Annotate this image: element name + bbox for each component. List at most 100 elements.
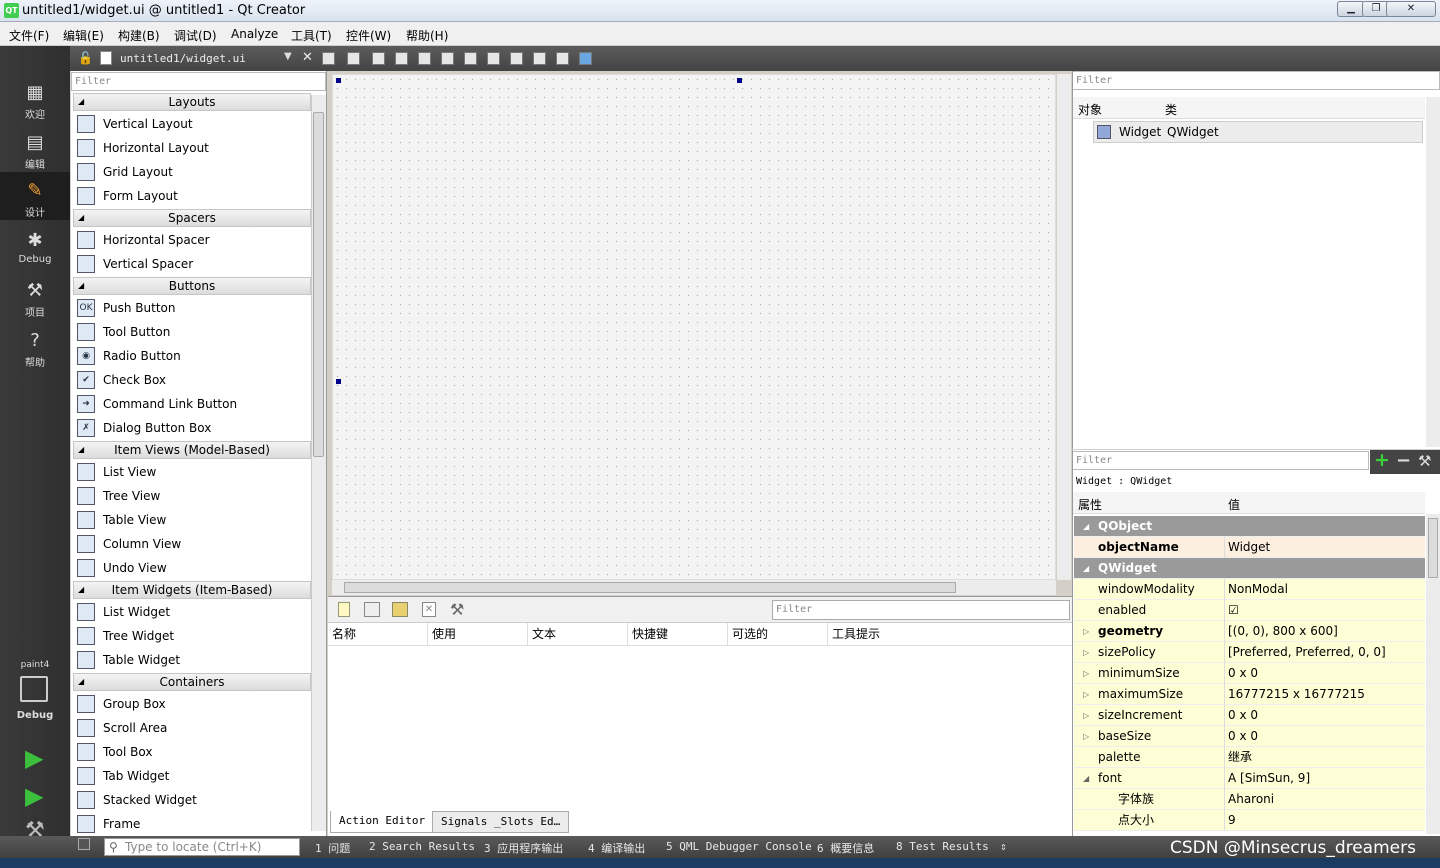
property-row-sizepolicy[interactable]: ▷ sizePolicy [Preferred, Preferred, 0, 0] bbox=[1074, 642, 1425, 663]
property-row-enabled[interactable]: enabled ☑ bbox=[1074, 600, 1425, 621]
column-header-value[interactable]: 值 bbox=[1228, 496, 1240, 513]
property-filter-input[interactable]: Filter bbox=[1073, 451, 1369, 470]
widget-item-form-layout[interactable]: Form Layout bbox=[73, 184, 311, 208]
pane-qml-console[interactable]: 5 QML Debugger Console bbox=[666, 840, 812, 853]
property-row-sub-14[interactable]: 点大小 9 bbox=[1074, 810, 1425, 831]
property-row-basesize[interactable]: ▷ baseSize 0 x 0 bbox=[1074, 726, 1425, 747]
widget-item-vertical-spacer[interactable]: Vertical Spacer bbox=[73, 252, 311, 276]
layout-grid-icon[interactable] bbox=[533, 52, 546, 65]
mode-help[interactable]: ? 帮助 bbox=[0, 322, 70, 370]
widget-item-undo-view[interactable]: Undo View bbox=[73, 556, 311, 580]
widget-item-group-box[interactable]: Group Box bbox=[73, 692, 311, 716]
configure-wrench-icon[interactable]: ⚒ bbox=[1418, 452, 1431, 470]
add-property-icon[interactable]: + bbox=[1374, 449, 1390, 471]
pane-arrows-icon[interactable]: ⇕ bbox=[1000, 840, 1007, 853]
mode-welcome[interactable]: ▦ 欢迎 bbox=[0, 74, 70, 122]
property-row-sizeincrement[interactable]: ▷ sizeIncrement 0 x 0 bbox=[1074, 705, 1425, 726]
property-scroll-thumb[interactable] bbox=[1428, 518, 1438, 578]
menu-file[interactable]: 文件(F) bbox=[9, 27, 49, 44]
expand-arrow-icon[interactable]: ▷ bbox=[1083, 621, 1089, 642]
widget-item-column-view[interactable]: Column View bbox=[73, 532, 311, 556]
widget-item-horizontal-spacer[interactable]: Horizontal Spacer bbox=[73, 228, 311, 252]
splitter-vertical-icon[interactable] bbox=[487, 52, 500, 65]
column-header-property[interactable]: 属性 bbox=[1078, 496, 1102, 513]
expand-arrow-icon[interactable]: ▷ bbox=[1083, 705, 1089, 726]
widget-item-tool-box[interactable]: Tool Box bbox=[73, 740, 311, 764]
property-value[interactable]: 继承 bbox=[1228, 747, 1252, 768]
layout-vertical-icon[interactable] bbox=[441, 52, 454, 65]
widget-item-list-view[interactable]: List View bbox=[73, 460, 311, 484]
expand-arrow-icon[interactable]: ◢ bbox=[1083, 768, 1089, 789]
widgetbox-category-layouts[interactable]: ◢ Layouts bbox=[73, 93, 311, 111]
expand-arrow-icon[interactable]: ▷ bbox=[1083, 726, 1089, 747]
menu-edit[interactable]: 编辑(E) bbox=[63, 27, 104, 44]
widget-item-check-box[interactable]: ✔ Check Box bbox=[73, 368, 311, 392]
widget-item-table-widget[interactable]: Table Widget bbox=[73, 648, 311, 672]
property-row-qobject[interactable]: ◢ QObject bbox=[1074, 516, 1425, 537]
menu-build[interactable]: 构建(B) bbox=[118, 27, 160, 44]
property-value[interactable]: [Preferred, Preferred, 0, 0] bbox=[1228, 642, 1386, 663]
copy-action-icon[interactable] bbox=[364, 602, 380, 617]
object-filter-input[interactable]: Filter bbox=[1073, 71, 1440, 90]
toggle-sidebar-icon[interactable] bbox=[78, 838, 90, 850]
canvas-vertical-scrollbar[interactable] bbox=[1057, 74, 1071, 580]
widgetbox-category-item-views-model-based[interactable]: ◢ Item Views (Model-Based) bbox=[73, 441, 311, 459]
property-row-maximumsize[interactable]: ▷ maximumSize 16777215 x 16777215 bbox=[1074, 684, 1425, 705]
break-layout-icon[interactable] bbox=[556, 52, 569, 65]
splitter-horizontal-icon[interactable] bbox=[464, 52, 477, 65]
new-action-icon[interactable] bbox=[338, 602, 350, 617]
widget-item-tree-widget[interactable]: Tree Widget bbox=[73, 624, 311, 648]
pane-issues[interactable]: 1 问题 bbox=[315, 840, 350, 856]
layout-horizontal-icon[interactable] bbox=[418, 52, 431, 65]
tab-action-editor[interactable]: Action Editor bbox=[330, 811, 435, 833]
debug-run-icon[interactable]: ▶ bbox=[25, 782, 43, 810]
edit-signals-icon[interactable] bbox=[347, 52, 360, 65]
pane-search-results[interactable]: 2 Search Results bbox=[369, 840, 475, 853]
open-file-combo[interactable]: untitled1/widget.ui bbox=[120, 52, 246, 65]
tab-signals-slots[interactable]: Signals _Slots Ed… bbox=[432, 811, 570, 833]
pane-general-messages[interactable]: 6 概要信息 bbox=[817, 840, 874, 856]
property-value[interactable]: 0 x 0 bbox=[1228, 663, 1258, 684]
mode-edit[interactable]: ▤ 编辑 bbox=[0, 124, 70, 172]
monitor-icon[interactable] bbox=[20, 676, 48, 702]
column-header-class[interactable]: 类 bbox=[1165, 101, 1177, 118]
widget-item-table-view[interactable]: Table View bbox=[73, 508, 311, 532]
widget-item-tool-button[interactable]: Tool Button bbox=[73, 320, 311, 344]
property-row-palette[interactable]: palette 继承 bbox=[1074, 747, 1425, 768]
object-scrollbar[interactable] bbox=[1426, 97, 1440, 447]
selection-handle[interactable] bbox=[336, 379, 341, 384]
widget-item-command-link-button[interactable]: ➜ Command Link Button bbox=[73, 392, 311, 416]
widget-item-list-widget[interactable]: List Widget bbox=[73, 600, 311, 624]
property-row-qwidget[interactable]: ◢ QWidget bbox=[1074, 558, 1425, 579]
form-canvas[interactable] bbox=[332, 74, 1056, 580]
object-row-widget[interactable]: Widget QWidget bbox=[1093, 121, 1423, 143]
widget-item-tree-view[interactable]: Tree View bbox=[73, 484, 311, 508]
canvas-horizontal-thumb[interactable] bbox=[344, 582, 956, 593]
menu-analyze[interactable]: Analyze bbox=[231, 27, 278, 41]
widget-item-dialog-button-box[interactable]: ✗ Dialog Button Box bbox=[73, 416, 311, 440]
mode-debug[interactable]: ✱ Debug bbox=[0, 222, 70, 270]
widget-item-vertical-layout[interactable]: Vertical Layout bbox=[73, 112, 311, 136]
expand-arrow-icon[interactable]: ▷ bbox=[1083, 684, 1089, 705]
widget-item-stacked-widget[interactable]: Stacked Widget bbox=[73, 788, 311, 812]
mode-design[interactable]: ✎ 设计 bbox=[0, 172, 70, 220]
close-document-icon[interactable]: ✕ bbox=[302, 50, 313, 65]
expand-arrow-icon[interactable]: ◢ bbox=[1083, 558, 1089, 579]
menu-help[interactable]: 帮助(H) bbox=[406, 27, 448, 44]
property-row-font[interactable]: ◢ font A [SimSun, 9] bbox=[1074, 768, 1425, 789]
column-header[interactable]: 可选的 bbox=[728, 623, 828, 645]
expand-arrow-icon[interactable]: ▷ bbox=[1083, 642, 1089, 663]
edit-buddies-icon[interactable] bbox=[372, 52, 385, 65]
selection-handle[interactable] bbox=[737, 78, 742, 83]
chevron-down-icon[interactable]: ▼ bbox=[284, 51, 292, 62]
column-header[interactable]: 快捷键 bbox=[628, 623, 728, 645]
action-filter-input[interactable]: Filter bbox=[772, 600, 1070, 620]
property-value[interactable]: Widget bbox=[1228, 537, 1270, 558]
widget-item-tab-widget[interactable]: Tab Widget bbox=[73, 764, 311, 788]
widgetbox-category-buttons[interactable]: ◢ Buttons bbox=[73, 277, 311, 295]
menu-tools[interactable]: 工具(T) bbox=[291, 27, 332, 44]
mode-projects[interactable]: ⚒ 项目 bbox=[0, 272, 70, 320]
property-row-windowmodality[interactable]: windowModality NonModal bbox=[1074, 579, 1425, 600]
widgetbox-category-containers[interactable]: ◢ Containers bbox=[73, 673, 311, 691]
property-value[interactable]: 0 x 0 bbox=[1228, 705, 1258, 726]
